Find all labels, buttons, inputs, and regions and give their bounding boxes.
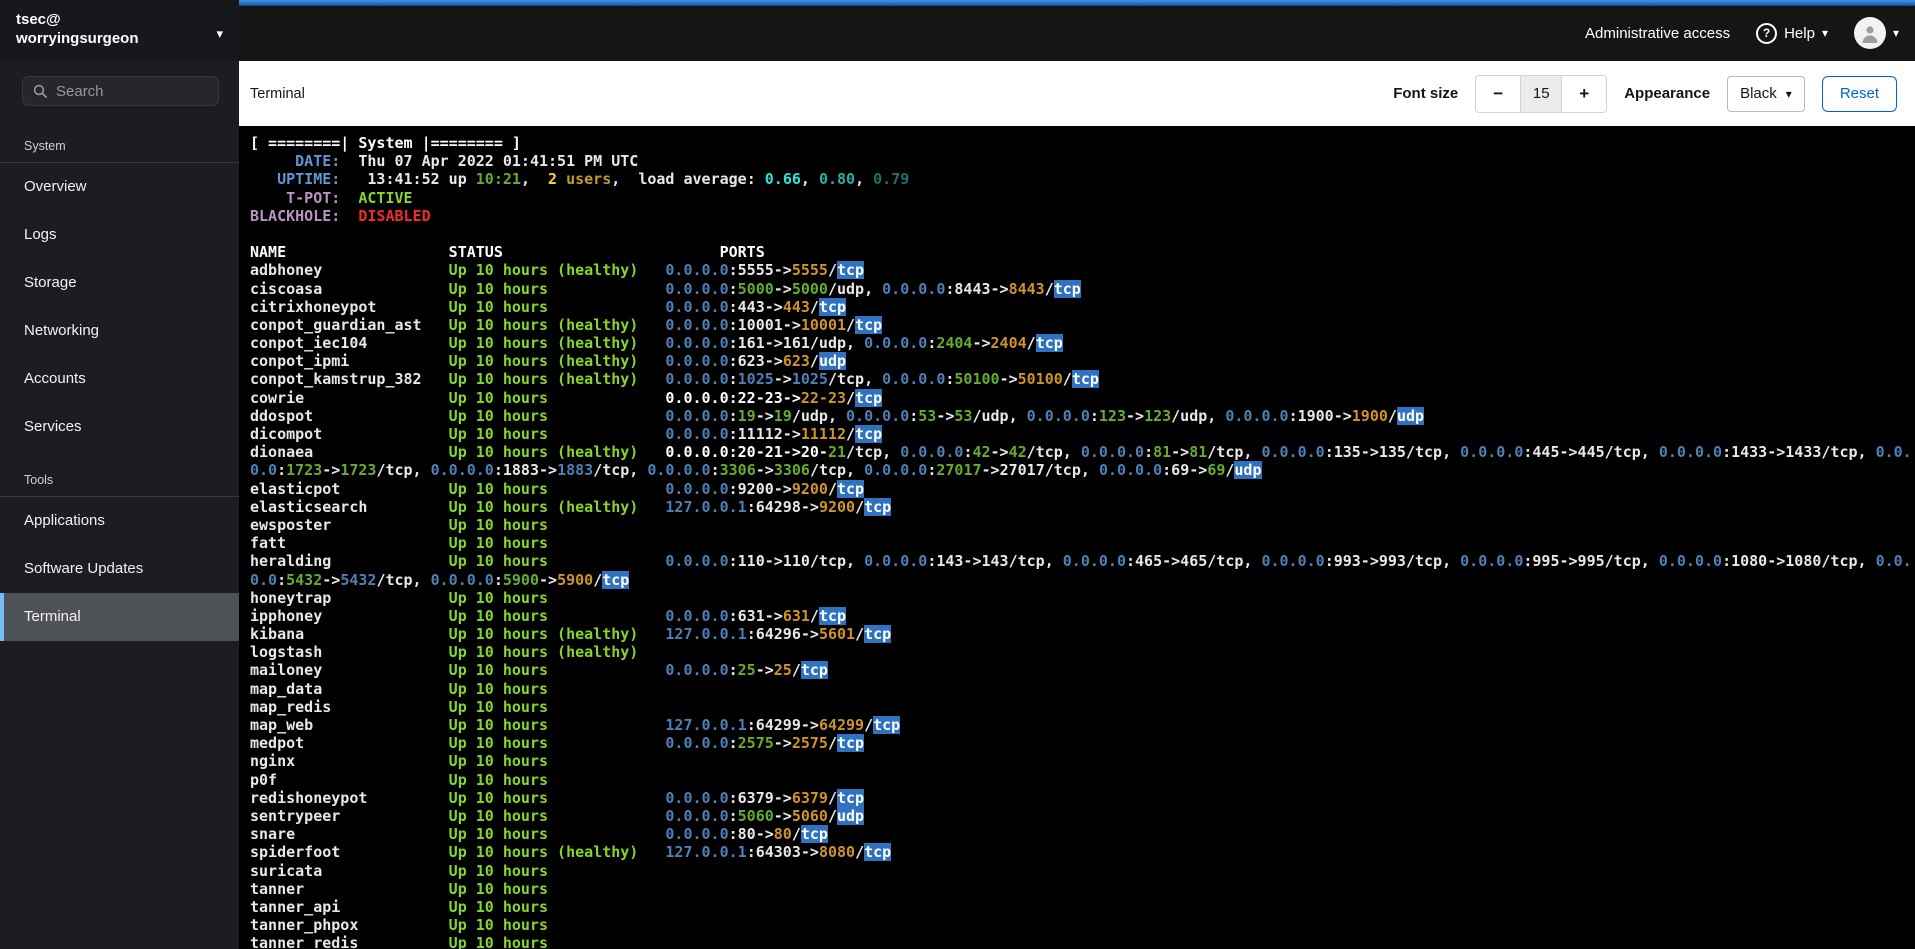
terminal-row: suricata Up 10 hours <box>250 861 549 880</box>
terminal-header-line: NAME STATUS PORTS <box>250 243 765 262</box>
terminal-row: conpot_ipmi Up 10 hours (healthy) 0.0.0.0:… <box>250 352 847 371</box>
terminal-row: tanner_redis Up 10 hours <box>250 934 549 949</box>
sidebar: tsec@ worryingsurgeon ▾ Search System Ov… <box>0 0 239 949</box>
terminal-row: dicompot Up 10 hours 0.0.0.0:11112->11112/… <box>250 425 883 443</box>
font-size-increase-button[interactable]: + <box>1562 75 1607 112</box>
terminal-row: tanner_api Up 10 hours <box>250 897 549 916</box>
terminal-row: medpot Up 10 hours 0.0.0.0:2575->2575/tcp <box>250 734 865 753</box>
terminal-row: fatt Up 10 hours <box>250 534 549 553</box>
help-label: Help <box>1784 24 1815 42</box>
chevron-down-icon: ▾ <box>216 26 223 41</box>
chevron-down-icon: ▾ <box>1892 26 1899 40</box>
host-switcher-button[interactable]: tsec@ worryingsurgeon ▾ <box>0 0 239 61</box>
terminal-row: logstash Up 10 hours (healthy) <box>250 643 639 662</box>
search-input[interactable]: Search <box>22 76 219 106</box>
avatar <box>1853 17 1886 49</box>
terminal-row: nginx Up 10 hours <box>250 752 549 771</box>
appearance-select[interactable]: Black ▾ <box>1727 75 1805 112</box>
terminal-row: map_web Up 10 hours 127.0.0.1:64299->64299… <box>250 716 901 734</box>
search-icon <box>33 84 48 98</box>
terminal-banner-line: [ ========| System |======== ] <box>250 134 521 152</box>
session-menu[interactable]: ▾ <box>1853 17 1899 49</box>
terminal-row: map_redis Up 10 hours <box>250 697 549 716</box>
search-placeholder: Search <box>56 82 104 100</box>
terminal-info-line: UPTIME: 13:41:52 up 10:21, 2 users, load… <box>250 170 910 189</box>
sidebar-item-logs[interactable]: Logs <box>0 211 239 259</box>
terminal-body[interactable]: [ ========| System |======== ] DATE: Thu… <box>239 126 1915 949</box>
terminal-row: map_data Up 10 hours <box>250 679 549 698</box>
sidebar-item-storage[interactable]: Storage <box>0 259 239 307</box>
terminal-row: conpot_kamstrup_382 Up 10 hours (healthy)… <box>250 370 1099 389</box>
terminal-toolbar: Terminal Font size − 15 + Appearance Bla… <box>239 61 1915 126</box>
host-name: worryingsurgeon <box>16 30 139 47</box>
terminal-info-line: DATE: Thu 07 Apr 2022 01:41:51 PM UTC <box>250 152 639 171</box>
chevron-down-icon: ▾ <box>1821 26 1828 40</box>
appearance-value: Black <box>1740 85 1777 102</box>
question-circle-icon: ? <box>1756 22 1778 44</box>
terminal-row: snare Up 10 hours 0.0.0.0:80->80/tcp <box>250 825 828 844</box>
terminal-row: ddospot Up 10 hours 0.0.0.0:19->19/udp, 0.… <box>250 406 1425 425</box>
user-icon <box>1862 26 1878 43</box>
sidebar-item-terminal[interactable]: Terminal <box>0 593 239 641</box>
terminal-row: ewsposter Up 10 hours <box>250 515 549 534</box>
terminal-row: honeytrap Up 10 hours <box>250 588 549 607</box>
nav-section-tools: Tools <box>24 473 54 487</box>
help-menu[interactable]: ? Help ▾ <box>1756 22 1828 44</box>
sidebar-item-accounts[interactable]: Accounts <box>0 355 239 403</box>
font-size-decrease-button[interactable]: − <box>1476 75 1521 112</box>
terminal-row: sentrypeer Up 10 hours 0.0.0.0:5060->5060/… <box>250 806 865 825</box>
terminal-wrap-line: 0.0:1723->1723/tcp, 0.0.0.0:1883->1883/t… <box>250 461 1262 480</box>
terminal-row: elasticpot Up 10 hours 0.0.0.0:9200->9200/… <box>250 479 865 498</box>
terminal-row: cowrie Up 10 hours 0.0.0.0:22-23->22-23/tc… <box>250 388 883 407</box>
terminal-row: conpot_iec104 Up 10 hours (healthy) 0.0.0.… <box>250 334 1063 353</box>
sidebar-item-networking[interactable]: Networking <box>0 307 239 355</box>
sidebar-item-overview[interactable]: Overview <box>0 163 239 211</box>
terminal-row: mailoney Up 10 hours 0.0.0.0:25->25/tcp <box>250 661 828 680</box>
font-size-value: 15 <box>1520 75 1563 112</box>
terminal-info-line: BLACKHOLE: DISABLED <box>250 206 431 225</box>
administrative-access-button[interactable]: Administrative access <box>1585 25 1730 42</box>
masthead-accent-bar <box>239 0 1915 6</box>
nav-section-system: System <box>24 139 66 153</box>
sidebar-item-applications[interactable]: Applications <box>0 497 239 545</box>
reset-button[interactable]: Reset <box>1821 75 1897 112</box>
chevron-down-icon: ▾ <box>1785 86 1792 101</box>
terminal-row: tanner Up 10 hours <box>250 879 549 898</box>
appearance-label: Appearance <box>1624 85 1711 102</box>
terminal-row: redishoneypot Up 10 hours 0.0.0.0:6379->63… <box>250 788 865 807</box>
terminal-row: p0f Up 10 hours <box>250 770 549 789</box>
terminal-row: conpot_guardian_ast Up 10 hours (healthy)… <box>250 315 883 334</box>
font-size-stepper: − 15 + <box>1475 74 1608 113</box>
terminal-row: citrixhoneypot Up 10 hours 0.0.0.0:443->44… <box>250 297 847 316</box>
terminal-row: ciscoasa Up 10 hours 0.0.0.0:5000->5000/ud… <box>250 279 1081 298</box>
terminal-row: tanner_phpox Up 10 hours <box>250 916 549 935</box>
sidebar-item-services[interactable]: Services <box>0 403 239 451</box>
terminal-row: dionaea Up 10 hours (healthy) 0.0.0.0:20-2… <box>250 443 1912 462</box>
terminal-row: ipphoney Up 10 hours 0.0.0.0:631->631/tcp <box>250 606 847 625</box>
sidebar-item-software-updates[interactable]: Software Updates <box>0 545 239 593</box>
terminal-row: elasticsearch Up 10 hours (healthy) 127.0.… <box>250 497 892 516</box>
terminal-row: spiderfoot Up 10 hours (healthy) 127.0.0.1… <box>250 843 892 862</box>
terminal-info-line: T-POT: ACTIVE <box>250 188 413 207</box>
terminal-wrap-line: 0.0:5432->5432/tcp, 0.0.0.0:5900->5900/t… <box>250 570 630 589</box>
terminal-row: adbhoney Up 10 hours (healthy) 0.0.0.0:555… <box>250 261 865 280</box>
masthead: Administrative access ? Help ▾ ▾ <box>0 0 1915 61</box>
host-user: tsec@ <box>16 11 61 28</box>
terminal-row: kibana Up 10 hours (healthy) 127.0.0.1:642… <box>250 625 892 644</box>
terminal-row: heralding Up 10 hours 0.0.0.0:110->110/tcp… <box>250 552 1912 571</box>
font-size-label: Font size <box>1393 85 1459 102</box>
page-title: Terminal <box>250 85 305 102</box>
